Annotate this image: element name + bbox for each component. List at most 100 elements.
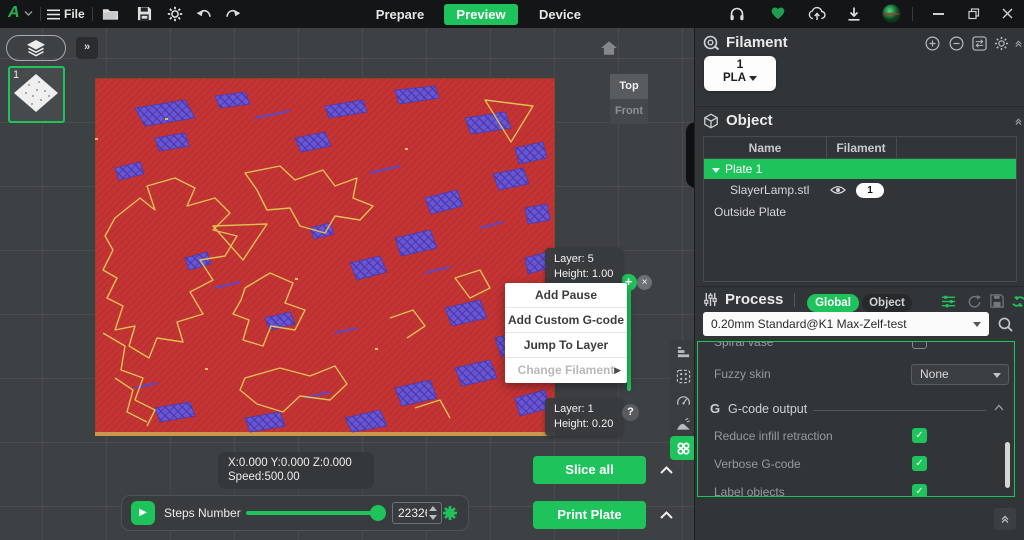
viewcube-front-button[interactable]: Front <box>610 99 648 124</box>
reduce-infill-label: Reduce infill retraction <box>714 429 833 443</box>
preset-caret-icon <box>973 322 981 327</box>
collapse-all-button[interactable] <box>994 508 1016 530</box>
spinner-down-icon[interactable] <box>429 515 437 520</box>
cloud-upload-icon[interactable] <box>808 6 826 21</box>
lower-layer-value: Layer: 1 <box>554 402 613 417</box>
favorite-heart-icon[interactable] <box>770 6 786 20</box>
filament-collapse-icon[interactable] <box>1014 39 1023 48</box>
column-filament: Filament <box>826 137 896 159</box>
layer-tooltip-lower: Layer: 1 Height: 0.20 <box>545 398 622 436</box>
process-preset-dropdown[interactable]: 0.20mm Standard@K1 Max-Zelf-test <box>703 312 989 336</box>
tab-device[interactable]: Device <box>530 4 590 25</box>
save-icon[interactable] <box>137 6 152 21</box>
process-tab-global[interactable]: Global <box>807 294 859 312</box>
undo-icon[interactable] <box>196 8 213 20</box>
add-filament-icon[interactable] <box>925 36 940 51</box>
expand-panel-button[interactable]: » <box>76 37 98 59</box>
flow-mound-icon[interactable] <box>670 412 694 436</box>
menu-item-change-filament: Change Filament ▶ <box>505 358 627 383</box>
parameters-list-icon[interactable] <box>941 294 956 309</box>
play-button[interactable]: ▶ <box>131 501 155 525</box>
random-seam-icon[interactable] <box>670 364 694 388</box>
gcode-output-section-header[interactable]: G G-code output <box>698 400 1014 420</box>
process-settings-panel[interactable]: Spiral vase Fuzzy skin None G G-code out… <box>697 341 1015 497</box>
verbose-gcode-checkbox[interactable]: ✓ <box>912 456 927 471</box>
steps-number-label: Steps Number <box>164 506 241 520</box>
tab-prepare[interactable]: Prepare <box>368 4 432 25</box>
tab-preview[interactable]: Preview <box>444 4 518 25</box>
expand-caret-icon[interactable] <box>712 168 720 173</box>
open-folder-icon[interactable] <box>102 7 119 21</box>
model-filament-badge[interactable]: 1 <box>856 183 884 198</box>
app-logo[interactable]: A <box>8 4 19 22</box>
spinner-up-icon[interactable] <box>429 506 437 511</box>
reset-process-icon[interactable] <box>967 294 982 309</box>
layer-tooltip-upper: Layer: 5 Height: 1.00 <box>545 248 622 286</box>
menu-item-add-custom-gcode[interactable]: Add Custom G-code <box>505 308 627 333</box>
reduce-infill-checkbox[interactable]: ✓ <box>912 428 927 443</box>
layers-tool-button[interactable] <box>6 35 66 61</box>
object-row-outside-plate[interactable]: Outside Plate <box>704 201 1016 223</box>
file-menu[interactable]: File <box>64 7 85 21</box>
print-plate-button[interactable]: Print Plate <box>533 501 646 529</box>
remove-filament-icon[interactable] <box>949 36 964 51</box>
visibility-eye-icon[interactable] <box>830 185 846 195</box>
filament-settings-gear-icon[interactable] <box>994 36 1009 51</box>
panel-handle[interactable] <box>686 122 694 188</box>
speed-value: Speed:500.00 <box>228 470 364 484</box>
close-window-icon[interactable] <box>1002 8 1013 19</box>
advanced-tool-icon[interactable] <box>1011 294 1024 309</box>
filament-slot-1[interactable]: 1 PLA <box>704 56 776 91</box>
sliced-plate-view[interactable] <box>95 78 555 436</box>
filament-type-caret-icon[interactable] <box>749 76 757 81</box>
object-row-model[interactable]: SlayerLamp.stl 1 <box>704 179 1016 201</box>
layer-slider-track[interactable] <box>627 283 631 391</box>
divider <box>826 137 827 159</box>
save-preset-icon[interactable] <box>990 294 1004 308</box>
home-view-icon[interactable] <box>600 40 618 56</box>
steps-slider[interactable] <box>246 511 380 515</box>
steps-value-input[interactable] <box>393 503 427 523</box>
restore-window-icon[interactable] <box>968 8 980 20</box>
preview-3d-viewport[interactable]: » 1 <box>0 28 694 540</box>
menu-item-jump-to-layer[interactable]: Jump To Layer <box>505 333 627 358</box>
slice-all-button[interactable]: Slice all <box>533 456 646 484</box>
divider <box>92 7 93 21</box>
speed-gauge-icon[interactable] <box>670 388 694 412</box>
spiral-vase-checkbox[interactable] <box>912 341 927 349</box>
layer-slider-close-button[interactable]: × <box>637 275 652 290</box>
object-collapse-icon[interactable] <box>1014 117 1023 126</box>
section-collapse-chevron-icon[interactable] <box>994 404 1004 411</box>
settings-scrollbar[interactable] <box>1005 442 1010 488</box>
logo-dropdown-icon[interactable] <box>24 10 33 17</box>
menu-item-add-pause[interactable]: Add Pause <box>505 283 627 308</box>
download-icon[interactable] <box>847 7 861 21</box>
filament-slot-number: 1 <box>704 56 776 72</box>
viewcube-top-button[interactable]: Top <box>610 74 648 99</box>
process-tab-object[interactable]: Object <box>862 294 912 312</box>
divider <box>912 7 913 21</box>
filament-color-icon[interactable] <box>442 505 458 521</box>
search-icon[interactable] <box>997 316 1014 333</box>
support-headset-icon[interactable] <box>729 6 745 22</box>
settings-gear-icon[interactable] <box>167 6 183 22</box>
object-row-plate[interactable]: Plate 1 <box>704 159 1016 179</box>
gcode-section-label: G-code output <box>728 402 807 416</box>
fuzzy-skin-caret-icon <box>993 373 1001 378</box>
redo-icon[interactable] <box>224 8 241 20</box>
submenu-arrow-icon: ▶ <box>614 358 621 383</box>
minimize-icon[interactable] <box>933 13 944 15</box>
label-objects-checkbox[interactable]: ✓ <box>912 484 927 497</box>
help-button[interactable]: ? <box>622 404 639 421</box>
divider <box>813 410 986 411</box>
slice-options-chevron-icon[interactable] <box>653 456 679 484</box>
plate-thumbnail-number: 1 <box>13 69 19 81</box>
plate-thumbnail[interactable]: 1 <box>8 66 65 123</box>
line-type-icon[interactable] <box>670 340 694 364</box>
fuzzy-skin-dropdown[interactable]: None <box>911 364 1009 385</box>
hamburger-menu-icon[interactable] <box>47 9 60 20</box>
steps-slider-thumb[interactable] <box>370 505 386 521</box>
swap-filament-icon[interactable] <box>972 36 987 51</box>
print-options-chevron-icon[interactable] <box>653 501 679 529</box>
user-avatar[interactable] <box>882 4 901 23</box>
